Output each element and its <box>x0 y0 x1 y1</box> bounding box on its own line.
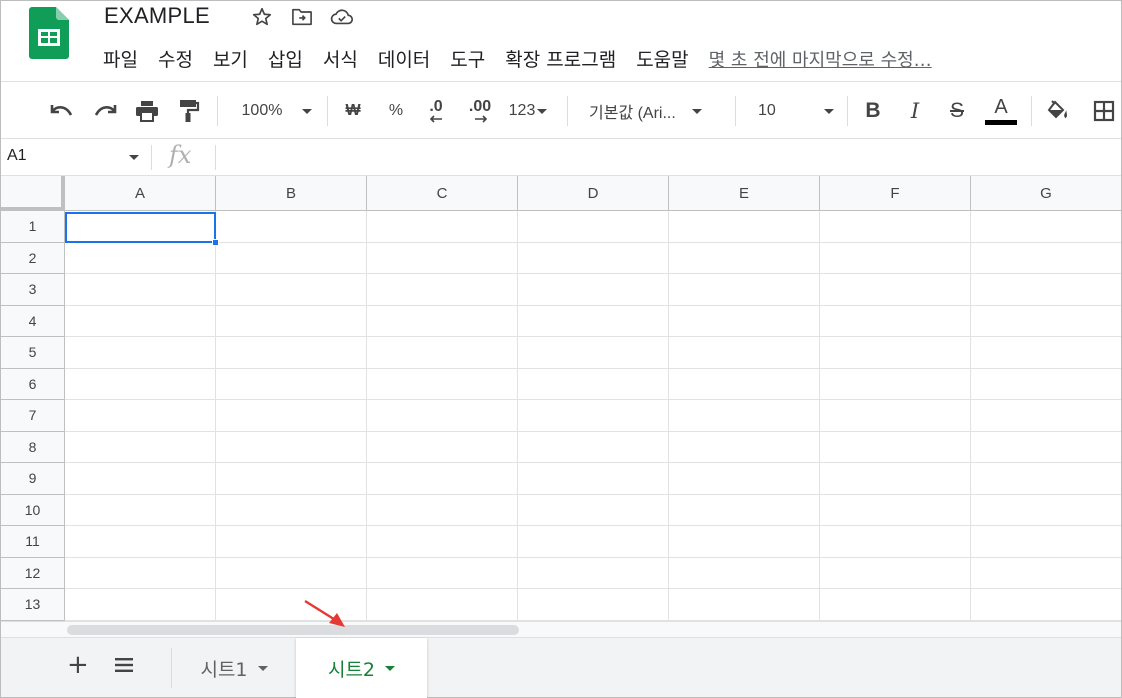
row-header[interactable]: 12 <box>1 557 65 589</box>
row-header[interactable]: 9 <box>1 463 65 495</box>
select-all-corner[interactable] <box>1 176 65 211</box>
move-to-folder-icon[interactable] <box>289 5 315 29</box>
font-size-value: 10 <box>758 102 776 119</box>
row-header[interactable]: 7 <box>1 400 65 432</box>
menu-extensions[interactable]: 확장 프로그램 <box>505 45 636 72</box>
chevron-down-icon <box>691 108 702 114</box>
sheet-tabs-bar: + 시트1 시트2 <box>1 637 1121 698</box>
scrollbar-thumb[interactable] <box>67 625 519 635</box>
column-header[interactable]: G <box>971 176 1121 211</box>
chevron-down-icon[interactable] <box>257 665 268 671</box>
column-header[interactable]: D <box>518 176 669 211</box>
bold-button[interactable]: B <box>860 96 886 126</box>
font-family-value: 기본값 (Ari... <box>589 105 676 122</box>
row-header[interactable]: 10 <box>1 494 65 526</box>
cloud-saved-icon[interactable] <box>329 5 355 29</box>
annotation-arrow-icon <box>304 599 345 627</box>
formula-bar: A1 fx <box>1 139 1121 176</box>
formula-input[interactable] <box>223 145 1113 170</box>
menu-insert[interactable]: 삽입 <box>268 45 323 72</box>
percent-format-button[interactable]: % <box>383 96 409 126</box>
menu-edit[interactable]: 수정 <box>158 45 213 72</box>
currency-format-button[interactable]: ₩ <box>341 96 365 126</box>
print-icon[interactable] <box>132 96 162 126</box>
chevron-down-icon <box>823 108 834 114</box>
menu-view[interactable]: 보기 <box>213 45 268 72</box>
more-formats-button[interactable]: 123 <box>504 96 552 126</box>
column-header[interactable]: B <box>216 176 367 211</box>
row-header[interactable]: 8 <box>1 431 65 463</box>
column-header[interactable]: A <box>65 176 216 211</box>
menu-data[interactable]: 데이터 <box>378 45 450 72</box>
sheet-tab-label: 시트2 <box>327 658 376 681</box>
menu-format[interactable]: 서식 <box>323 45 378 72</box>
add-sheet-button[interactable]: + <box>67 650 89 680</box>
sheet-tab-1[interactable]: 시트1 <box>173 638 295 698</box>
row-header[interactable]: 3 <box>1 274 65 306</box>
chevron-down-icon[interactable] <box>129 155 139 160</box>
spreadsheet-grid[interactable]: A B C D E F G 1 2 3 4 5 6 7 8 9 10 11 12 13 <box>1 176 1121 621</box>
chevron-down-icon <box>537 108 548 114</box>
horizontal-scrollbar[interactable] <box>1 621 1121 637</box>
star-icon[interactable] <box>249 5 275 29</box>
arrow-left-icon <box>429 115 442 123</box>
fill-color-icon[interactable] <box>1044 96 1072 126</box>
sheet-tab-label: 시트1 <box>200 658 248 681</box>
all-sheets-menu-icon[interactable] <box>115 658 133 672</box>
row-header[interactable]: 5 <box>1 337 65 369</box>
column-header[interactable]: C <box>367 176 518 211</box>
text-color-label: A <box>994 96 1008 118</box>
row-header[interactable]: 6 <box>1 368 65 400</box>
row-header[interactable]: 1 <box>1 211 65 243</box>
sheet-tab-2[interactable]: 시트2 <box>296 638 427 698</box>
increase-decimal-label: .00 <box>468 98 492 115</box>
last-edit-link[interactable]: 몇 초 전에 마지막으로 수정… <box>709 46 932 72</box>
italic-button[interactable]: I <box>902 96 928 126</box>
menu-help[interactable]: 도움말 <box>636 45 708 72</box>
font-size-select[interactable]: 10 <box>758 96 838 126</box>
borders-icon[interactable] <box>1090 96 1118 126</box>
strikethrough-button[interactable]: S <box>944 96 970 126</box>
column-header[interactable]: E <box>669 176 820 211</box>
column-header[interactable]: F <box>820 176 971 211</box>
sheets-logo-icon[interactable] <box>29 7 69 59</box>
document-title[interactable]: EXAMPLE <box>104 3 210 29</box>
menu-file[interactable]: 파일 <box>103 45 158 72</box>
fx-icon: fx <box>169 141 192 169</box>
row-header[interactable]: 4 <box>1 305 65 337</box>
more-formats-label: 123 <box>508 102 536 119</box>
row-header[interactable]: 2 <box>1 242 65 274</box>
decrease-decimal-button[interactable]: .0 <box>421 96 451 126</box>
zoom-value: 100% <box>241 102 283 119</box>
chevron-down-icon[interactable] <box>385 665 396 671</box>
toolbar: 100% ₩ % .0 .00 123 기본값 (Ari... 10 B I S… <box>1 81 1121 139</box>
decrease-decimal-label: .0 <box>429 98 443 115</box>
app-header: EXAMPLE 파일 수정 보기 삽입 서식 데이터 도구 확장 프로그램 도움… <box>1 1 1121 81</box>
zoom-select[interactable]: 100% <box>233 96 321 126</box>
increase-decimal-button[interactable]: .00 <box>463 96 497 126</box>
row-header[interactable]: 13 <box>1 589 65 621</box>
menu-tools[interactable]: 도구 <box>450 45 505 72</box>
menu-bar: 파일 수정 보기 삽입 서식 데이터 도구 확장 프로그램 도움말 몇 초 전에… <box>103 45 932 72</box>
chevron-down-icon <box>302 108 313 114</box>
text-color-button[interactable]: A <box>984 96 1018 126</box>
undo-icon[interactable] <box>47 96 77 126</box>
paint-format-icon[interactable] <box>174 96 204 126</box>
selected-cell-a1[interactable] <box>65 212 216 243</box>
text-color-swatch <box>985 120 1017 125</box>
name-box[interactable]: A1 <box>7 147 27 165</box>
fill-handle[interactable] <box>212 239 219 246</box>
arrow-right-icon <box>475 115 488 123</box>
font-family-select[interactable]: 기본값 (Ari... <box>589 96 725 126</box>
row-header[interactable]: 11 <box>1 526 65 558</box>
redo-icon[interactable] <box>90 96 120 126</box>
